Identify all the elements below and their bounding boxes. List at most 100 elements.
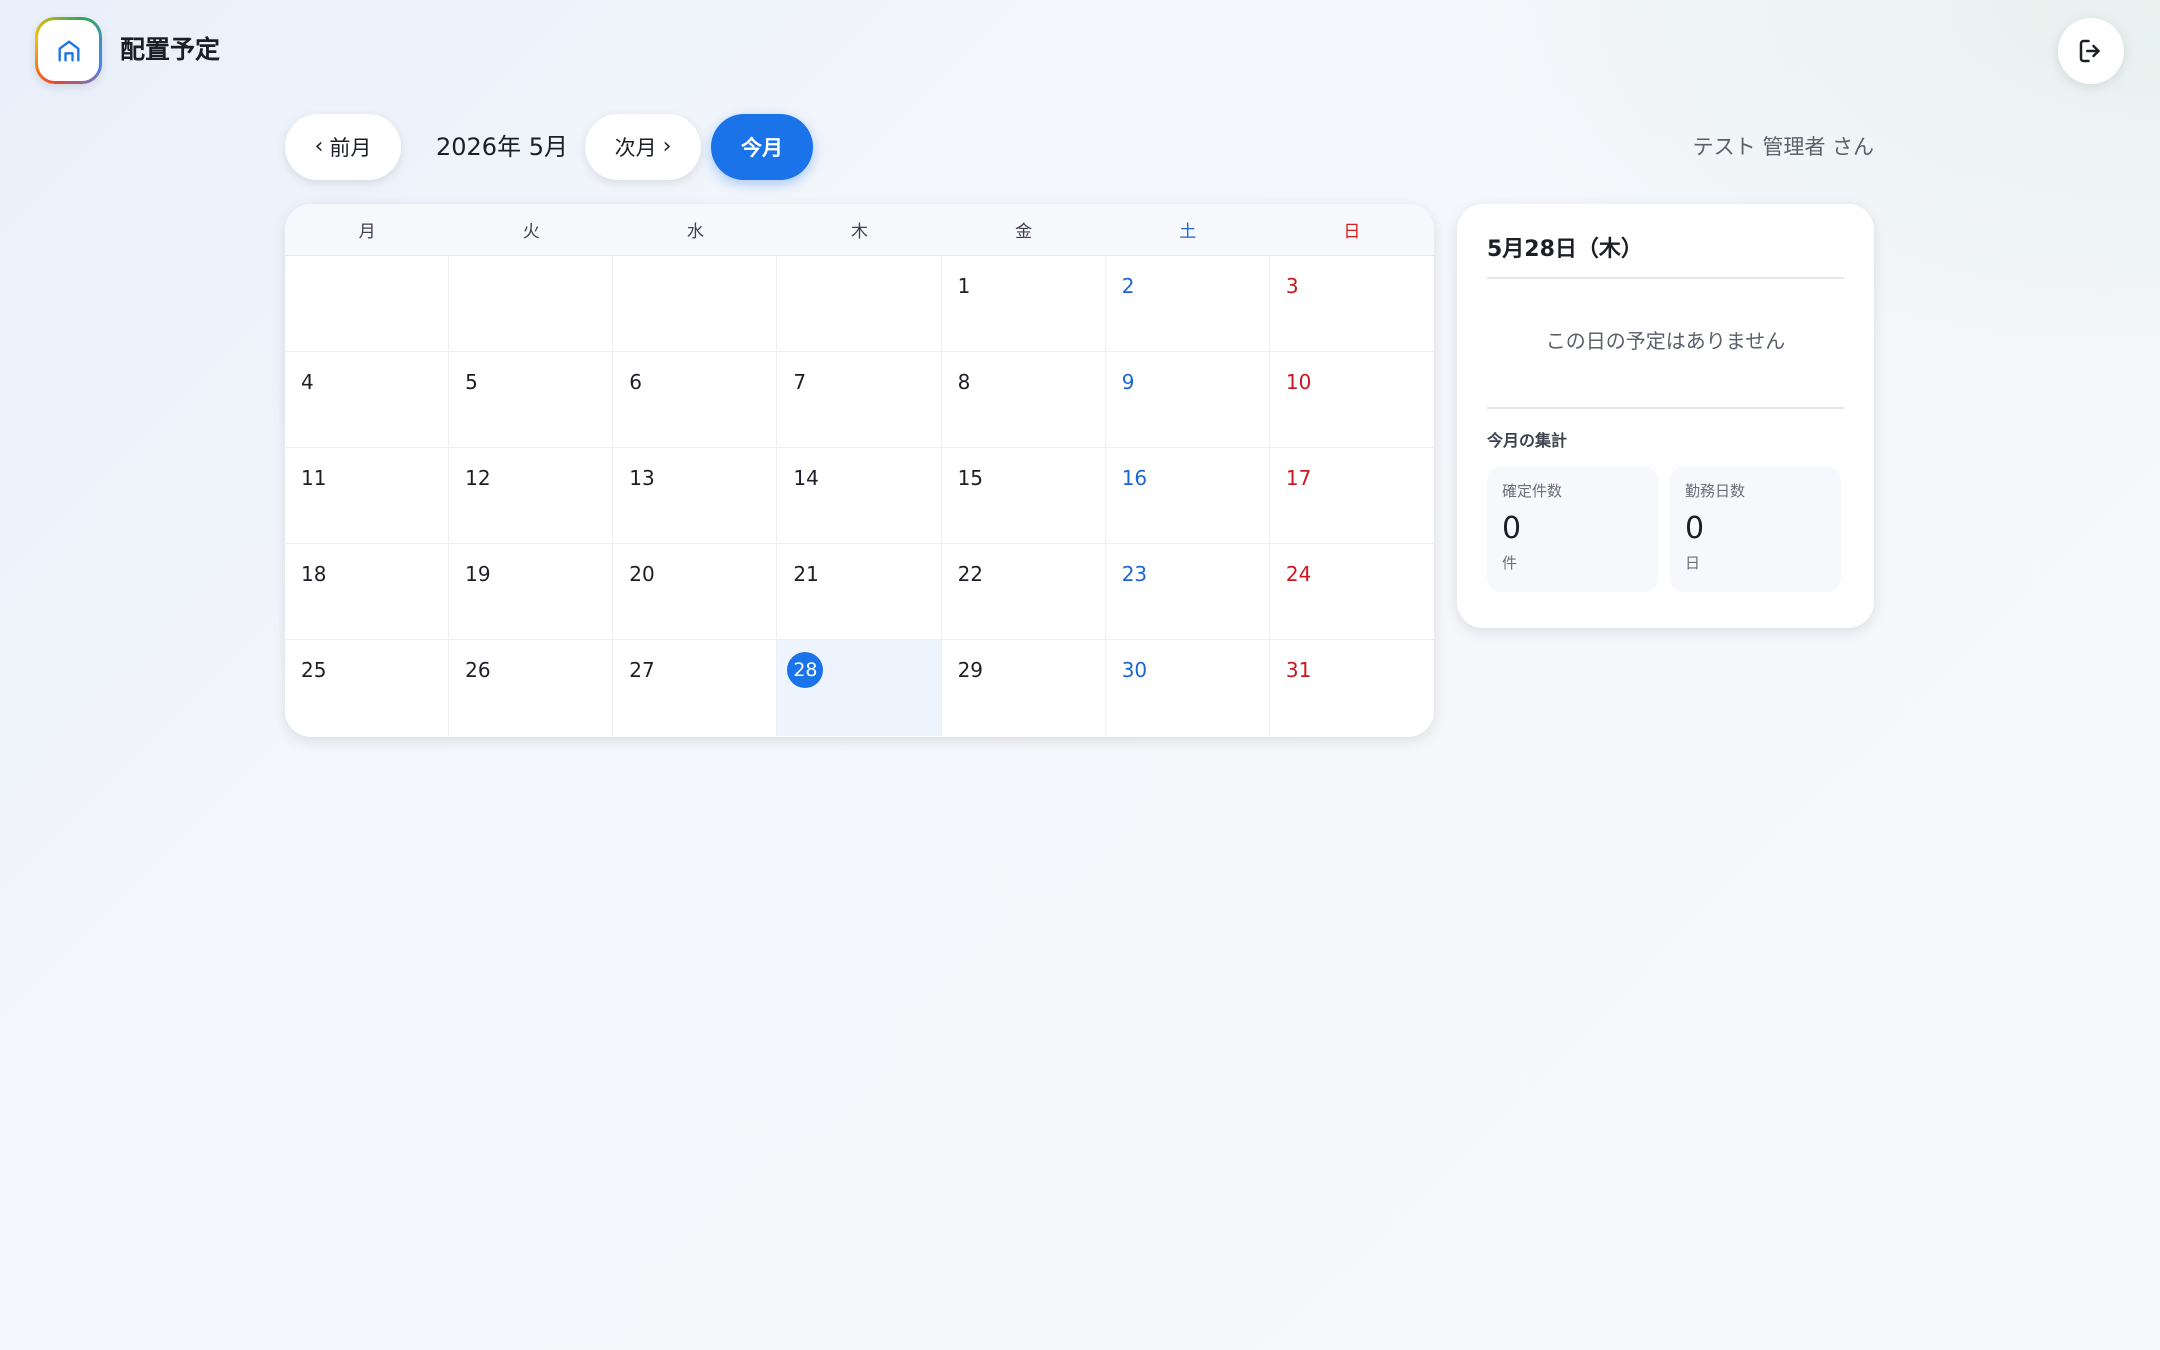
weekday-wed: 水	[686, 222, 704, 242]
chevron-right-icon: ›	[662, 134, 672, 159]
day-number: 12	[465, 466, 491, 490]
day-number: 11	[301, 466, 327, 490]
day-cell-13[interactable]: 13	[613, 448, 778, 544]
day-cell-9[interactable]: 9	[1105, 352, 1270, 448]
empty-day-cell	[449, 256, 614, 352]
day-cell-30[interactable]: 30	[1106, 640, 1270, 736]
app-title: 配置予定	[120, 35, 221, 64]
day-cell-29[interactable]: 29	[942, 640, 1106, 736]
weekday-fri: 金	[1015, 222, 1033, 242]
day-cell-1[interactable]: 1	[941, 256, 1106, 352]
stat-value: 0	[1685, 511, 1705, 546]
current-month-label: 2026年 5月	[436, 133, 568, 161]
day-number: 8	[957, 370, 971, 394]
this-month-label: 今月	[741, 136, 783, 160]
day-cell-8[interactable]: 8	[941, 352, 1106, 448]
day-cell-19[interactable]: 19	[449, 544, 614, 640]
day-number: 10	[1285, 370, 1312, 394]
weekday-thu: 木	[850, 222, 868, 242]
day-cell-5[interactable]: 5	[449, 352, 614, 448]
day-number: 18	[301, 562, 327, 586]
day-number: 15	[957, 466, 984, 490]
stat-unit: 件	[1502, 554, 1518, 572]
divider	[1487, 277, 1844, 279]
day-cell-4[interactable]: 4	[285, 352, 450, 448]
day-cell-28[interactable]: 28	[777, 640, 942, 736]
day-cell-25[interactable]: 25	[285, 640, 450, 736]
weekday-header: 月 火 水 木 金 土 日	[285, 204, 1434, 256]
day-number: 4	[301, 370, 314, 394]
day-number: 14	[793, 466, 819, 490]
chevron-left-icon: ‹	[314, 134, 324, 159]
day-cell-24[interactable]: 24	[1269, 544, 1434, 640]
day-number: 3	[1285, 274, 1299, 298]
empty-day-cell	[777, 256, 942, 352]
day-number: 24	[1285, 562, 1312, 586]
day-cell-2[interactable]: 2	[1105, 256, 1270, 352]
day-cell-17[interactable]: 17	[1269, 448, 1434, 544]
day-number: 31	[1285, 658, 1312, 682]
app-logo[interactable]	[35, 17, 102, 84]
no-schedule-message: この日の予定はありません	[1545, 329, 1786, 353]
day-number: 6	[629, 370, 643, 394]
day-cell-14[interactable]: 14	[777, 448, 942, 544]
day-cell-23[interactable]: 23	[1105, 544, 1270, 640]
day-number: 9	[1121, 370, 1135, 394]
day-cell-16[interactable]: 16	[1105, 448, 1270, 544]
weekday-sun: 日	[1343, 222, 1361, 242]
stat-value: 0	[1502, 511, 1522, 546]
work-days-card: 勤務日数 0 日	[1670, 466, 1841, 592]
user-name: テスト 管理者 さん	[1692, 135, 1874, 159]
stat-label: 勤務日数	[1685, 482, 1746, 500]
day-number: 13	[629, 466, 655, 490]
day-cell-11[interactable]: 11	[285, 448, 450, 544]
day-number: 27	[629, 658, 655, 682]
next-month-label: 次月	[614, 136, 657, 160]
day-cell-21[interactable]: 21	[777, 544, 942, 640]
day-cell-27[interactable]: 27	[613, 640, 778, 736]
stat-unit: 日	[1685, 554, 1701, 572]
day-cell-3[interactable]: 3	[1269, 256, 1434, 352]
day-number: 23	[1121, 562, 1148, 586]
day-cell-18[interactable]: 18	[285, 544, 450, 640]
logout-button[interactable]	[2058, 18, 2124, 84]
home-icon	[58, 40, 80, 61]
day-cell-26[interactable]: 26	[449, 640, 614, 736]
day-cell-20[interactable]: 20	[613, 544, 778, 640]
day-number: 22	[957, 562, 984, 586]
day-number: 5	[465, 370, 478, 394]
day-number: 20	[629, 562, 655, 586]
day-number: 25	[301, 658, 327, 682]
day-detail-panel: 5月28日（木） この日の予定はありません 今月の集計 確定件数 0 件 勤務日…	[1457, 204, 1874, 628]
day-cell-12[interactable]: 12	[449, 448, 614, 544]
weekday-mon: 月	[358, 222, 376, 242]
day-cell-7[interactable]: 7	[777, 352, 942, 448]
day-number: 17	[1285, 466, 1312, 490]
stat-label: 確定件数	[1502, 482, 1563, 500]
day-cell-6[interactable]: 6	[613, 352, 778, 448]
day-cell-22[interactable]: 22	[941, 544, 1106, 640]
day-number: 29	[957, 658, 984, 682]
day-number: 7	[793, 370, 807, 394]
day-number: 1	[957, 274, 971, 298]
this-month-button[interactable]: 今月	[711, 114, 813, 180]
day-cell-15[interactable]: 15	[941, 448, 1106, 544]
month-calendar: 月 火 水 木 金 土 日 1 2 3 4 5 6 7 8 9 10 11 12 13 14 15 16 17 1…	[285, 204, 1434, 737]
day-cell-31[interactable]: 31	[1270, 640, 1434, 736]
day-number: 2	[1121, 274, 1135, 298]
divider	[1487, 407, 1844, 409]
confirmed-count-card: 確定件数 0 件	[1487, 466, 1658, 592]
calendar-grid: 1 2 3 4 5 6 7 8 9 10 11 12 13 14 15 16 17 18 19 20 21 22 23 24 2…	[285, 256, 1434, 736]
prev-month-button[interactable]: ‹ 前月	[285, 114, 401, 180]
weekday-sat: 土	[1179, 222, 1197, 242]
weekday-tue: 火	[522, 222, 540, 242]
selected-date-title: 5月28日（木）	[1487, 237, 1643, 262]
logout-icon	[2079, 39, 2100, 63]
day-number: 16	[1121, 466, 1148, 490]
empty-day-cell	[285, 256, 450, 352]
day-cell-10[interactable]: 10	[1269, 352, 1434, 448]
next-month-button[interactable]: 次月 ›	[585, 114, 701, 180]
day-number: 26	[465, 658, 491, 682]
prev-month-label: 前月	[329, 136, 372, 160]
day-number: 21	[793, 562, 819, 586]
